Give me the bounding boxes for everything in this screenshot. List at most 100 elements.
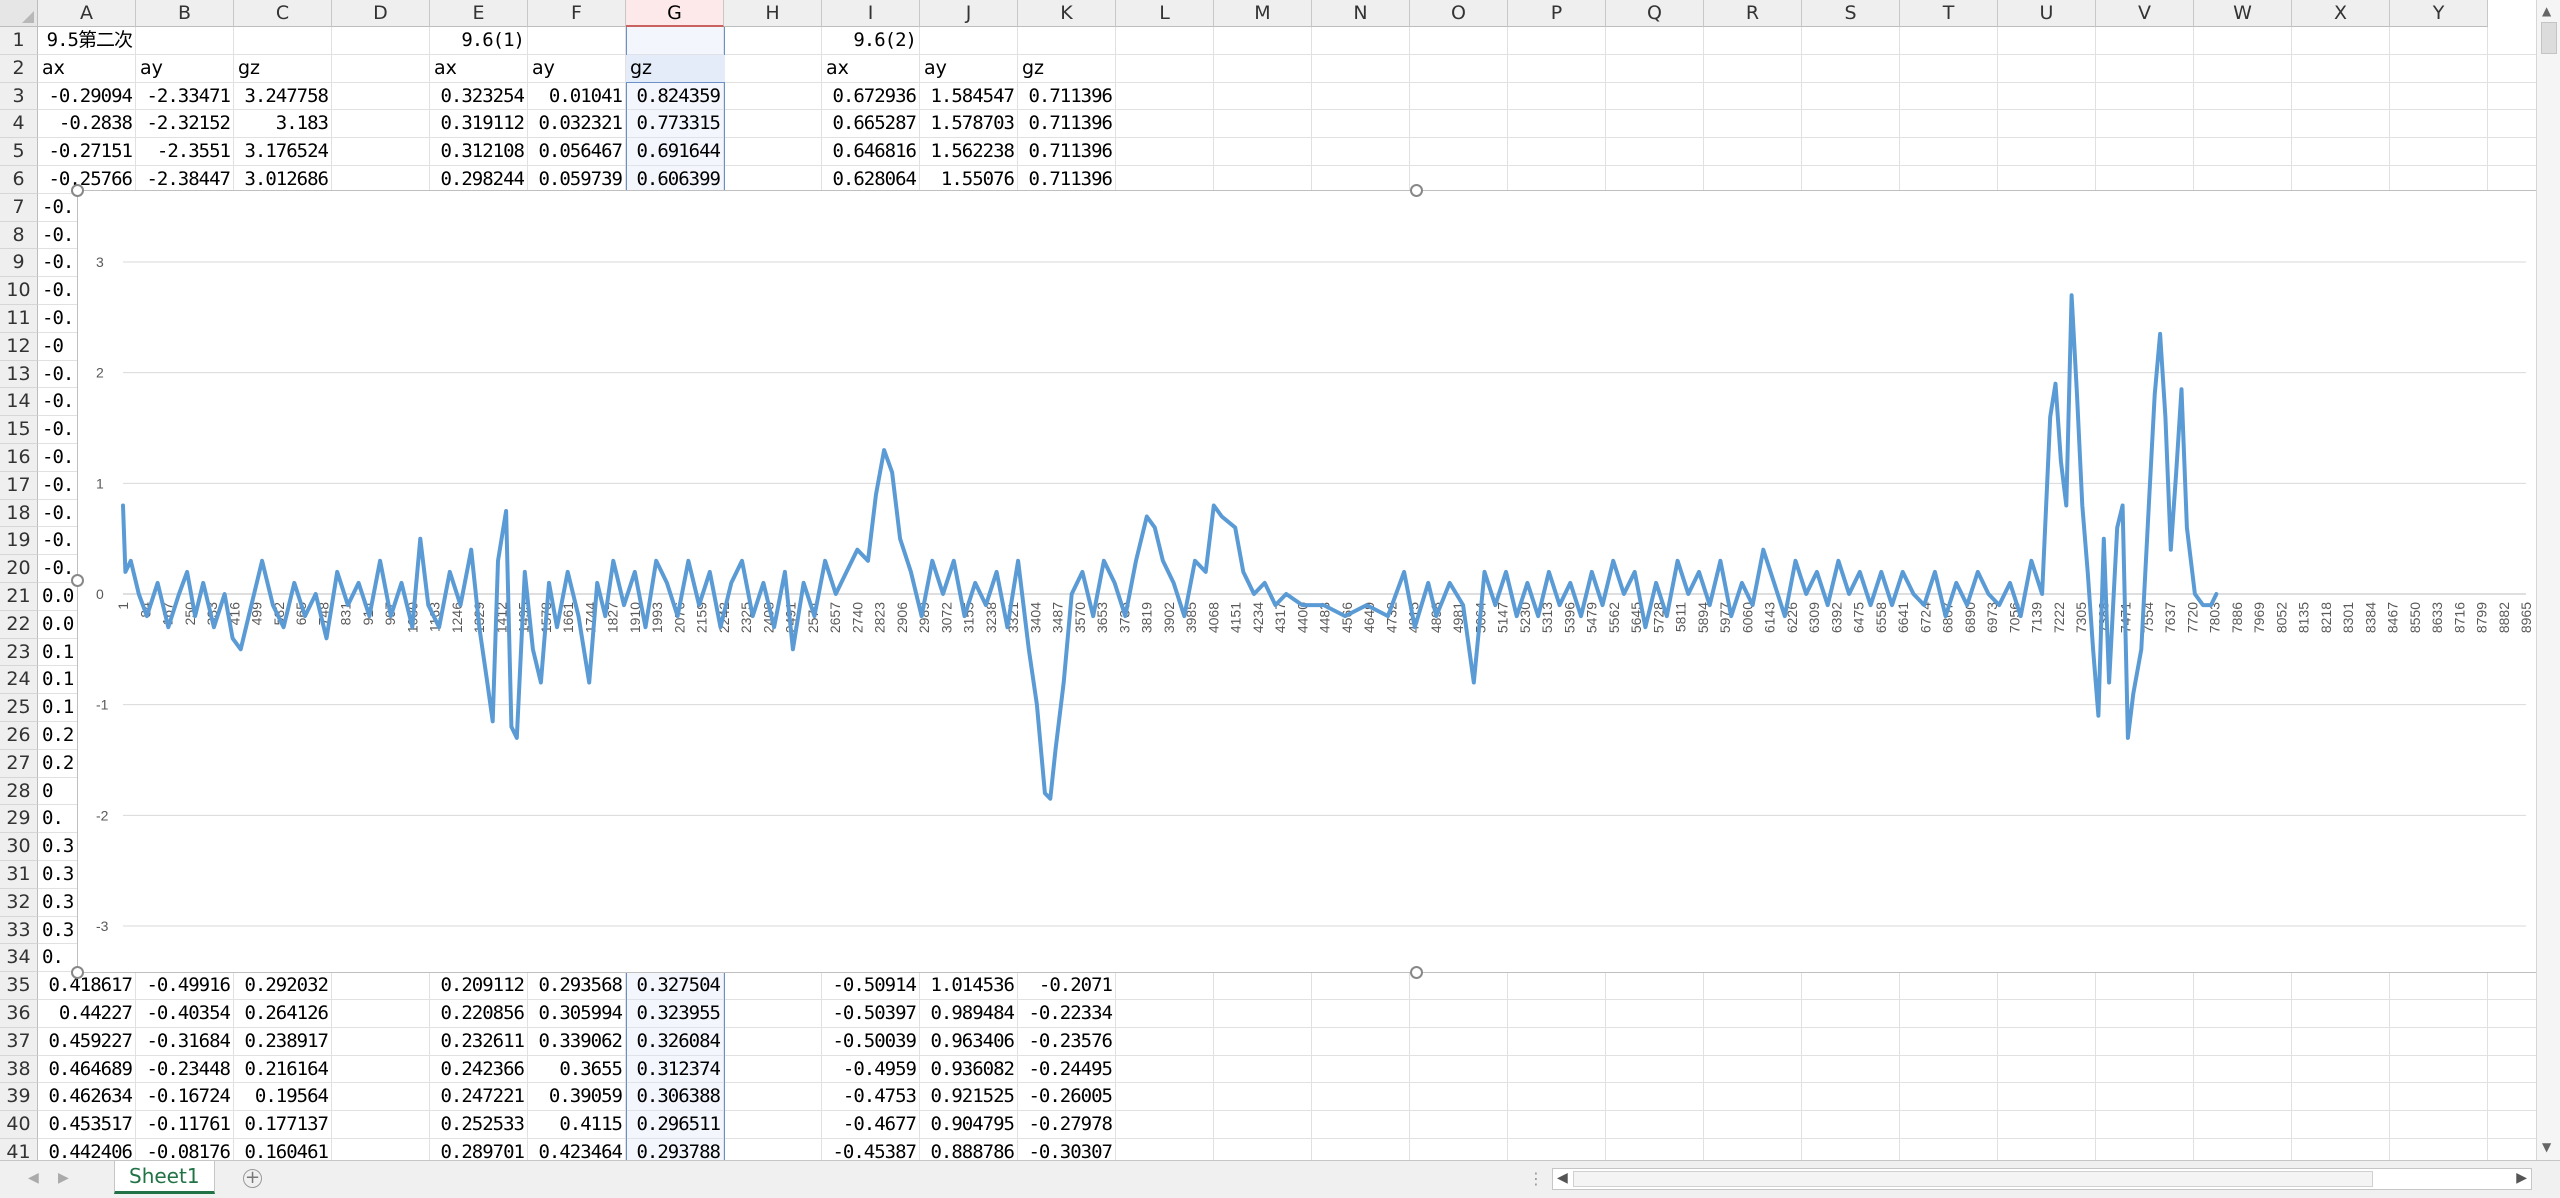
row-header-37[interactable]: 37 (0, 1027, 38, 1056)
row-header-33[interactable]: 33 (0, 916, 38, 945)
cell-k5[interactable]: 0.711396 (1018, 138, 1116, 166)
cell-a7[interactable]: -0. (38, 194, 77, 222)
cell-e41[interactable]: 0.289701 (430, 1139, 528, 1160)
cell-e37[interactable]: 0.232611 (430, 1028, 528, 1056)
tab-split-handle-icon[interactable]: ⋮ (1528, 1169, 1544, 1188)
row-header-39[interactable]: 39 (0, 1083, 38, 1112)
cell-c3[interactable]: 3.247758 (234, 83, 332, 111)
cell-e38[interactable]: 0.242366 (430, 1056, 528, 1084)
row-header-35[interactable]: 35 (0, 972, 38, 1000)
cell-i39[interactable]: -0.4753 (822, 1083, 920, 1111)
column-header-p[interactable]: P (1508, 0, 1606, 27)
cell-g37[interactable]: 0.326084 (626, 1028, 724, 1056)
cell-k37[interactable]: -0.23576 (1018, 1028, 1116, 1056)
cell-a14[interactable]: -0. (38, 388, 77, 416)
row-header-40[interactable]: 40 (0, 1111, 38, 1139)
cell-f40[interactable]: 0.4115 (528, 1111, 626, 1139)
add-sheet-plus-icon[interactable]: + (243, 1169, 262, 1188)
row-header-24[interactable]: 24 (0, 666, 38, 695)
column-header-j[interactable]: J (920, 0, 1018, 27)
row-header-36[interactable]: 36 (0, 1000, 38, 1028)
cell-a19[interactable]: -0. (38, 527, 77, 555)
cell-k38[interactable]: -0.24495 (1018, 1056, 1116, 1084)
row-header-18[interactable]: 18 (0, 499, 38, 528)
cell-a38[interactable]: 0.464689 (38, 1056, 136, 1084)
cell-g38[interactable]: 0.312374 (626, 1056, 724, 1084)
row-header-26[interactable]: 26 (0, 722, 38, 750)
cell-a15[interactable]: -0. (38, 416, 77, 444)
cell-b35[interactable]: -0.49916 (136, 972, 234, 1000)
cell-c5[interactable]: 3.176524 (234, 138, 332, 166)
cell-c41[interactable]: 0.160461 (234, 1139, 332, 1160)
cell-a21[interactable]: 0.0 (38, 583, 77, 611)
cell-f37[interactable]: 0.339062 (528, 1028, 626, 1056)
cell-a33[interactable]: 0.3 (38, 917, 77, 945)
row-header-20[interactable]: 20 (0, 555, 38, 583)
row-header-5[interactable]: 5 (0, 138, 38, 166)
row-header-15[interactable]: 15 (0, 416, 38, 444)
scroll-left-arrow-icon[interactable]: ◀ (1557, 1170, 1568, 1186)
cell-j37[interactable]: 0.963406 (920, 1028, 1018, 1056)
vertical-scrollbar[interactable]: ▲ ▼ (2536, 0, 2560, 1160)
cell-f41[interactable]: 0.423464 (528, 1139, 626, 1160)
column-header-t[interactable]: T (1900, 0, 1998, 27)
spreadsheet-grid[interactable]: ABCDEFGHIJKLMNOPQRSTUVWXY 1 2 3 4 5 6 7 8 9 10 11 1… (0, 0, 2560, 1160)
cell-f5[interactable]: 0.056467 (528, 138, 626, 166)
row-header-17[interactable]: 17 (0, 471, 38, 500)
cell-a22[interactable]: 0.0 (38, 611, 77, 639)
cell-b3[interactable]: -2.33471 (136, 83, 234, 111)
cell-i5[interactable]: 0.646816 (822, 138, 920, 166)
column-header-a[interactable]: A (38, 0, 136, 27)
cell-e40[interactable]: 0.252533 (430, 1111, 528, 1139)
column-header-v[interactable]: V (2096, 0, 2194, 27)
cell-k36[interactable]: -0.22334 (1018, 1000, 1116, 1028)
row-header-11[interactable]: 11 (0, 305, 38, 333)
horizontal-scrollbar[interactable]: ◀ ▶ (1552, 1168, 2532, 1190)
cell-a26[interactable]: 0.2 (38, 722, 77, 750)
column-header-y[interactable]: Y (2390, 0, 2488, 27)
cell-j39[interactable]: 0.921525 (920, 1083, 1018, 1111)
row-header-28[interactable]: 28 (0, 777, 38, 806)
cell-i1[interactable]: 9.6(2) (822, 27, 920, 55)
row-header-16[interactable]: 16 (0, 444, 38, 472)
cell-a4[interactable]: -0.2838 (38, 110, 136, 138)
cell-c40[interactable]: 0.177137 (234, 1111, 332, 1139)
column-header-h[interactable]: H (724, 0, 822, 27)
row-header-1[interactable]: 1 (0, 27, 38, 55)
cell-k39[interactable]: -0.26005 (1018, 1083, 1116, 1111)
cell-j36[interactable]: 0.989484 (920, 1000, 1018, 1028)
cell-b39[interactable]: -0.16724 (136, 1083, 234, 1111)
cell-e1[interactable]: 9.6(1) (430, 27, 528, 55)
cell-f38[interactable]: 0.3655 (528, 1056, 626, 1084)
row-header-25[interactable]: 25 (0, 694, 38, 722)
row-header-41[interactable]: 41 (0, 1139, 38, 1160)
horizontal-scroll-thumb[interactable] (1573, 1171, 2373, 1187)
cell-a30[interactable]: 0.3 (38, 833, 77, 861)
chart-resize-handle-top-left[interactable] (71, 184, 84, 197)
row-header-8[interactable]: 8 (0, 221, 38, 250)
scroll-up-arrow-icon[interactable]: ▲ (2542, 4, 2551, 18)
cell-f36[interactable]: 0.305994 (528, 1000, 626, 1028)
row-header-32[interactable]: 32 (0, 888, 38, 917)
row-header-23[interactable]: 23 (0, 638, 38, 667)
column-header-r[interactable]: R (1704, 0, 1802, 27)
cell-a18[interactable]: -0. (38, 500, 77, 528)
cell-g41[interactable]: 0.293788 (626, 1139, 724, 1160)
cell-a13[interactable]: -0. (38, 361, 77, 389)
cell-g35[interactable]: 0.327504 (626, 972, 724, 1000)
row-header-27[interactable]: 27 (0, 749, 38, 778)
row-header-29[interactable]: 29 (0, 805, 38, 834)
row-header-6[interactable]: 6 (0, 166, 38, 194)
scroll-down-arrow-icon[interactable]: ▼ (2542, 1140, 2551, 1154)
column-header-l[interactable]: L (1116, 0, 1214, 27)
cell-a24[interactable]: 0.1 (38, 666, 77, 694)
cell-e4[interactable]: 0.319112 (430, 110, 528, 138)
cell-a41[interactable]: 0.442406 (38, 1139, 136, 1160)
prev-sheet-arrow-icon[interactable]: ◀ (28, 1170, 39, 1186)
cell-e3[interactable]: 0.323254 (430, 83, 528, 111)
cell-a1[interactable]: 9.5第二次 (38, 27, 136, 55)
cell-i4[interactable]: 0.665287 (822, 110, 920, 138)
row-header-13[interactable]: 13 (0, 360, 38, 389)
cell-b38[interactable]: -0.23448 (136, 1056, 234, 1084)
cell-k4[interactable]: 0.711396 (1018, 110, 1116, 138)
